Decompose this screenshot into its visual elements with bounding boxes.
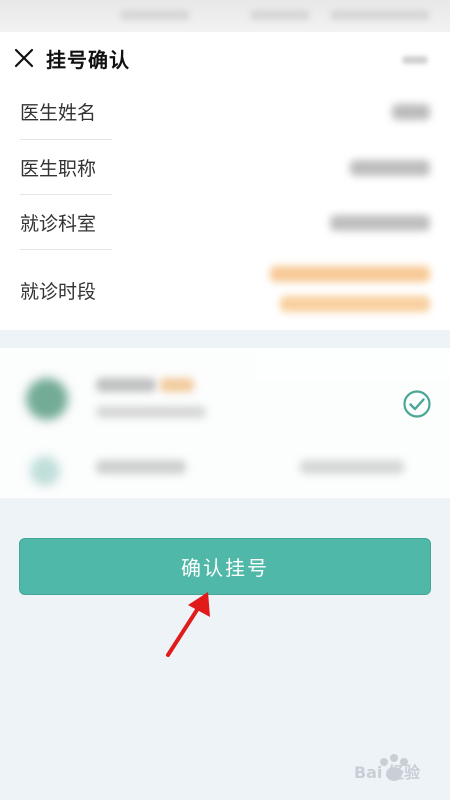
doctor-title-value: [350, 160, 430, 176]
nav-bar: 挂号确认: [0, 32, 450, 84]
doctor-name-value: [392, 104, 430, 120]
close-icon[interactable]: [12, 46, 36, 70]
page-title: 挂号确认: [46, 48, 130, 72]
status-blur: [250, 10, 310, 20]
department-value: [330, 215, 430, 231]
row-label: 就诊科室: [20, 213, 97, 235]
info-row-doctor-title: 医生职称: [0, 140, 450, 195]
time-slot-value-line2: [280, 296, 430, 312]
watermark-text: Bai 经验: [353, 763, 420, 782]
appointment-info-card: 医生姓名 医生职称 就诊科室 就诊时段: [0, 84, 450, 330]
row-label: 就诊时段: [20, 281, 97, 303]
check-circle-icon[interactable]: [402, 389, 432, 419]
row-label: 医生职称: [20, 158, 97, 180]
detail-blur: [300, 460, 404, 474]
patient-selection-card: [0, 348, 450, 498]
row-label: 医生姓名: [20, 102, 97, 124]
status-blur: [120, 10, 190, 20]
status-bar: [0, 0, 450, 32]
info-row-doctor-name: 医生姓名: [0, 84, 450, 140]
info-row-department: 就诊科室: [0, 195, 450, 250]
avatar: [30, 456, 60, 486]
detail-blur: [96, 406, 206, 418]
confirm-appointment-button[interactable]: 确认挂号: [19, 538, 431, 595]
tag-blur: [160, 378, 194, 392]
name-blur: [96, 460, 186, 474]
info-row-time-slot: 就诊时段: [0, 250, 450, 330]
status-blur: [330, 10, 430, 20]
name-blur: [96, 378, 156, 392]
annotation-arrow-icon: [166, 592, 210, 657]
avatar: [26, 378, 68, 420]
nav-more-blur[interactable]: [402, 56, 428, 64]
time-slot-value-line1: [270, 266, 430, 282]
